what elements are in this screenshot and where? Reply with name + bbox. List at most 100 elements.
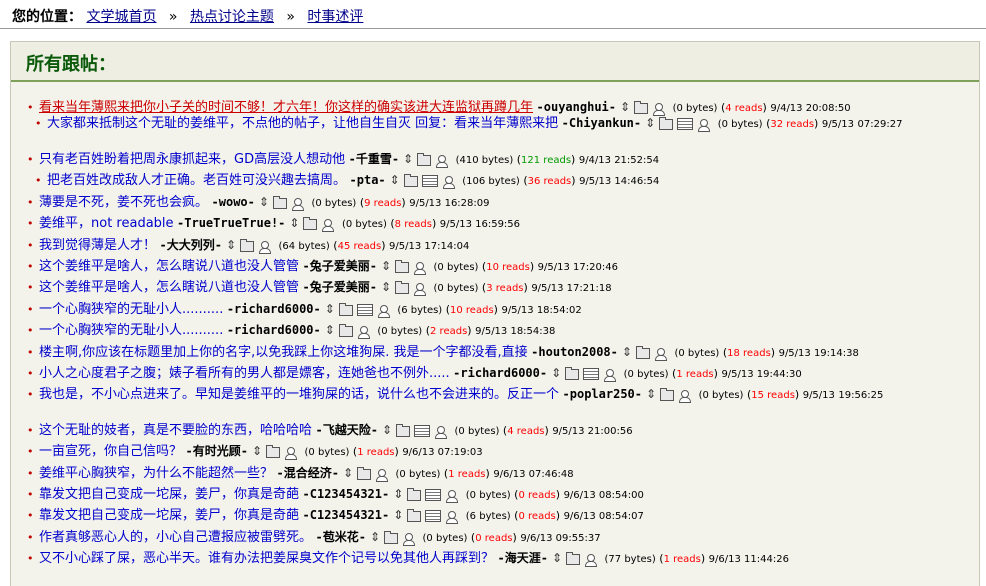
post-title-link[interactable]: 一个心胸狭窄的无耻小人.......... xyxy=(39,323,223,338)
post-title-link[interactable]: 把老百姓改成敌人才正确。老百姓可没兴趣去搞周。 xyxy=(47,173,346,188)
thread-arrow-icon[interactable]: ⇕ xyxy=(393,508,403,522)
document-icon[interactable] xyxy=(356,304,373,316)
post-title-link[interactable]: 一个心胸狭窄的无耻小人.......... xyxy=(39,302,223,317)
user-profile-icon[interactable] xyxy=(321,218,335,232)
thread-arrow-icon[interactable]: ⇕ xyxy=(259,195,269,209)
post-title-link[interactable]: 作者真够恶心人的，小心自己遭报应被雷劈死。 xyxy=(39,530,312,545)
thread-arrow-icon[interactable]: ⇕ xyxy=(622,345,632,359)
folder-icon[interactable] xyxy=(303,216,318,230)
post-author[interactable]: -poplar250- xyxy=(563,387,642,401)
post-author[interactable]: -大大列列- xyxy=(160,238,222,252)
document-icon[interactable] xyxy=(677,118,694,130)
post-title-link[interactable]: 我也是，不小心点进来了。早知是姜维平的一堆狗屎的话，说什么也不会进来的。反正一个 xyxy=(39,387,559,402)
folder-icon[interactable] xyxy=(272,195,287,209)
user-profile-icon[interactable] xyxy=(603,368,617,382)
post-author[interactable]: -richard6000- xyxy=(227,323,321,337)
breadcrumb-link-home[interactable]: 文学城首页 xyxy=(86,9,156,25)
user-profile-icon[interactable] xyxy=(377,304,390,318)
thread-arrow-icon[interactable]: ⇕ xyxy=(646,387,656,401)
post-author[interactable]: -ouyanghui- xyxy=(537,100,616,114)
post-author[interactable]: -C123454321- xyxy=(303,487,390,501)
document-icon[interactable] xyxy=(425,489,442,501)
breadcrumb-link-current-affairs[interactable]: 时事述评 xyxy=(307,9,363,25)
user-profile-icon[interactable] xyxy=(402,532,416,546)
post-author[interactable]: -richard6000- xyxy=(227,302,321,316)
post-title-link[interactable]: 姜维平心胸狭窄，为什么不能超然一些？ xyxy=(39,466,273,481)
post-author[interactable]: -TrueTrueTrue!- xyxy=(177,216,285,230)
user-profile-icon[interactable] xyxy=(652,102,666,116)
thread-arrow-icon[interactable]: ⇕ xyxy=(325,302,335,316)
thread-arrow-icon[interactable]: ⇕ xyxy=(403,152,413,166)
thread-arrow-icon[interactable]: ⇕ xyxy=(325,323,335,337)
user-profile-icon[interactable] xyxy=(357,325,370,339)
thread-arrow-icon[interactable]: ⇕ xyxy=(381,259,391,273)
post-author[interactable]: -海天涯- xyxy=(498,551,548,565)
post-author[interactable]: -苞米花- xyxy=(316,530,366,544)
post-author[interactable]: -Chiyankun- xyxy=(562,116,641,130)
post-author[interactable]: -wowo- xyxy=(212,195,255,209)
folder-icon[interactable] xyxy=(338,302,353,316)
thread-arrow-icon[interactable]: ⇕ xyxy=(552,551,562,565)
folder-icon[interactable] xyxy=(357,466,372,480)
user-profile-icon[interactable] xyxy=(435,154,449,168)
post-title-link[interactable]: 姜维平，not readable xyxy=(39,216,174,231)
post-author[interactable]: -兔子爱美丽- xyxy=(303,280,377,294)
document-icon[interactable] xyxy=(414,425,431,437)
folder-icon[interactable] xyxy=(565,366,580,380)
folder-icon[interactable] xyxy=(396,423,411,437)
thread-arrow-icon[interactable]: ⇕ xyxy=(343,466,353,480)
folder-icon[interactable] xyxy=(660,387,675,401)
post-title-link[interactable]: 这个无耻的妓者，真是不要脸的东西，哈哈哈哈 xyxy=(39,423,312,438)
post-title-link[interactable]: 一亩宣死，你自己信吗？ xyxy=(39,444,182,459)
folder-icon[interactable] xyxy=(395,280,410,294)
post-author[interactable]: -C123454321- xyxy=(303,508,390,522)
user-profile-icon[interactable] xyxy=(445,510,459,524)
folder-icon[interactable] xyxy=(635,345,650,359)
folder-icon[interactable] xyxy=(384,530,399,544)
post-author[interactable]: -混合经济- xyxy=(277,466,339,480)
thread-arrow-icon[interactable]: ⇕ xyxy=(393,487,403,501)
thread-arrow-icon[interactable]: ⇕ xyxy=(390,173,400,187)
thread-arrow-icon[interactable]: ⇕ xyxy=(226,238,236,252)
breadcrumb-link-hot-topics[interactable]: 热点讨论主题 xyxy=(190,9,274,25)
post-author[interactable]: -兔子爱美丽- xyxy=(303,259,377,273)
thread-arrow-icon[interactable]: ⇕ xyxy=(645,116,655,130)
folder-icon[interactable] xyxy=(659,116,674,130)
document-icon[interactable] xyxy=(421,175,438,187)
folder-icon[interactable] xyxy=(403,173,418,187)
folder-icon[interactable] xyxy=(338,323,353,337)
user-profile-icon[interactable] xyxy=(678,389,692,403)
thread-arrow-icon[interactable]: ⇕ xyxy=(382,423,392,437)
thread-arrow-icon[interactable]: ⇕ xyxy=(252,444,262,458)
user-profile-icon[interactable] xyxy=(434,425,448,439)
user-profile-icon[interactable] xyxy=(445,489,459,503)
thread-arrow-icon[interactable]: ⇕ xyxy=(620,100,630,114)
user-profile-icon[interactable] xyxy=(375,468,389,482)
post-author[interactable]: -pta- xyxy=(350,173,386,187)
post-title-link[interactable]: 这个姜维平是啥人，怎么瞎说八道也没人管管 xyxy=(39,259,299,274)
post-title-link[interactable]: 薄要是不死，姜不死也会疯。 xyxy=(39,195,208,210)
user-profile-icon[interactable] xyxy=(442,175,455,189)
user-profile-icon[interactable] xyxy=(654,347,667,361)
folder-icon[interactable] xyxy=(566,551,581,565)
folder-icon[interactable] xyxy=(634,100,649,114)
post-author[interactable]: -richard6000- xyxy=(453,366,547,380)
folder-icon[interactable] xyxy=(240,238,255,252)
post-title-link[interactable]: 又不小心踩了屎，恶心半天。谁有办法把姜屎臭文作个记号以免其他人再踩到？ xyxy=(39,551,494,566)
post-title-link[interactable]: 看来当年薄熙来把你小子关的时间不够！才六年！你这样的确实该进大连监狱再蹲几年 xyxy=(39,100,533,115)
post-title-link[interactable]: 楼主啊,你应该在标题里加上你的名字,以免我踩上你这堆狗屎. 我是一个字都没看,直… xyxy=(39,345,528,360)
post-title-link[interactable]: 小人之心度君子之腹；婊子看所有的男人都是嫖客，连她爸也不例外..... xyxy=(39,366,450,381)
document-icon[interactable] xyxy=(425,510,442,522)
folder-icon[interactable] xyxy=(407,508,422,522)
post-title-link[interactable]: 我到觉得薄是人才！ xyxy=(39,238,156,253)
user-profile-icon[interactable] xyxy=(584,553,598,567)
thread-arrow-icon[interactable]: ⇕ xyxy=(289,216,299,230)
post-title-link[interactable]: 靠发文把自己变成一坨屎，姜尸，你真是奇葩 xyxy=(39,508,299,523)
thread-arrow-icon[interactable]: ⇕ xyxy=(370,530,380,544)
folder-icon[interactable] xyxy=(266,444,281,458)
post-author[interactable]: -千重雪- xyxy=(349,152,399,166)
thread-arrow-icon[interactable]: ⇕ xyxy=(551,366,561,380)
user-profile-icon[interactable] xyxy=(413,261,427,275)
user-profile-icon[interactable] xyxy=(697,118,711,132)
post-title-link[interactable]: 靠发文把自己变成一坨屎，姜尸，你真是奇葩 xyxy=(39,487,299,502)
